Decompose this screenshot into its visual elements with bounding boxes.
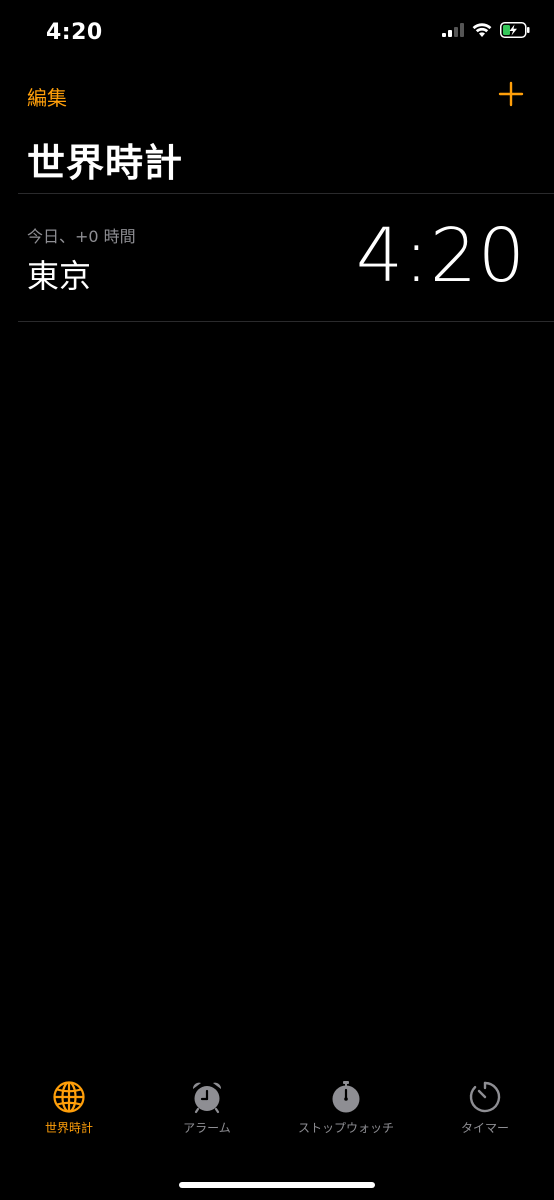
world-clock-row[interactable]: 今日、+0 時間 東京 4:20 <box>0 193 554 321</box>
plus-icon[interactable] <box>498 81 524 107</box>
tab-label-world-clock: 世界時計 <box>44 1121 93 1135</box>
cellular-signal-icon <box>442 23 464 37</box>
tab-label-timer: タイマー <box>460 1121 509 1135</box>
globe-icon <box>53 1081 85 1113</box>
clock-time: 4:20 <box>355 213 526 299</box>
wifi-icon <box>472 22 492 37</box>
home-indicator[interactable] <box>179 1182 375 1188</box>
divider <box>18 321 554 322</box>
tab-bar: 世界時計 アラーム ストップウォッチ タイマー <box>0 1080 554 1200</box>
status-icons <box>442 22 530 38</box>
stopwatch-icon <box>332 1081 360 1113</box>
tab-label-stopwatch: ストップウォッチ <box>297 1121 394 1135</box>
clock-offset-label: 今日、+0 時間 <box>27 227 136 246</box>
tab-alarm[interactable]: アラーム <box>138 1080 276 1160</box>
clock-city-name: 東京 <box>27 257 92 295</box>
alarm-clock-icon <box>192 1082 222 1114</box>
tab-label-alarm: アラーム <box>183 1121 231 1135</box>
tab-timer[interactable]: タイマー <box>416 1080 554 1160</box>
tab-stopwatch[interactable]: ストップウォッチ <box>277 1080 415 1160</box>
edit-button[interactable]: 編集 <box>27 82 67 111</box>
status-time: 4:20 <box>46 20 103 45</box>
page-title: 世界時計 <box>27 141 184 185</box>
timer-icon <box>469 1081 501 1113</box>
battery-charging-icon <box>500 22 530 38</box>
tab-world-clock[interactable]: 世界時計 <box>0 1080 138 1160</box>
status-bar: 4:20 <box>0 0 554 70</box>
